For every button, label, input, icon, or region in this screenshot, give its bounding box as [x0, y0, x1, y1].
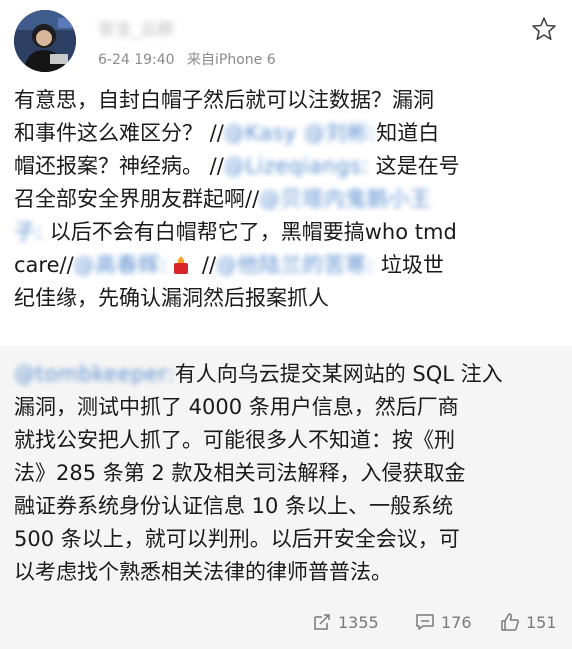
- repost-button[interactable]: 1355: [312, 610, 379, 636]
- post-line: 子: 以后不会有白帽帮它了，黑帽要搞who tmd: [14, 216, 562, 249]
- repost-line: 融证券系统身份认证信息 10 条以上、一般系统: [14, 494, 454, 518]
- thumbs-up-icon: [501, 613, 519, 631]
- like-count: 151: [526, 613, 557, 632]
- fire-emoji-icon: [174, 256, 189, 274]
- mention-link[interactable]: @他陆兰的苦寒:: [216, 249, 374, 282]
- repost-line: 以考虑找个熟悉相关法律的律师普普法。: [14, 560, 392, 584]
- comment-icon: [416, 614, 434, 630]
- post-line: 纪佳缘，先确认漏洞然后报案抓人: [14, 286, 329, 310]
- mention-link[interactable]: @Lizeqiangs:: [224, 150, 369, 183]
- repost-line: @tombkeeper:有人向乌云提交某网站的 SQL 注入: [14, 358, 562, 391]
- mention-link[interactable]: @高春辉:: [74, 249, 168, 282]
- post-line: 有意思，自封白帽子然后就可以注数据？漏洞: [14, 88, 434, 112]
- mention-link[interactable]: @tombkeeper:: [14, 358, 175, 392]
- post-source: 来自iPhone 6: [187, 52, 276, 68]
- post-date: 6-24 19:40: [98, 52, 175, 68]
- avatar-image: [14, 10, 76, 72]
- avatar[interactable]: [14, 10, 76, 72]
- repost-count: 1355: [338, 613, 379, 632]
- star-icon[interactable]: [530, 15, 558, 43]
- mention-link[interactable]: 子:: [14, 216, 43, 249]
- post-meta: 6-24 19:40 来自iPhone 6: [98, 51, 276, 69]
- repost-text: @tombkeeper:有人向乌云提交某网站的 SQL 注入 漏洞，测试中抓了 …: [14, 358, 562, 589]
- post-line: 召全部安全界朋友群起啊//@贝塔内鬼鹅小王: [14, 183, 562, 216]
- repost-line: 500 条以上，就可以判刑。以后开安全会议，可: [14, 527, 460, 551]
- mention-link[interactable]: @贝塔内鬼鹅小王: [259, 183, 431, 216]
- action-bar: 1355 176 151: [0, 604, 572, 642]
- post-line: 和事件这么难区分？ //@Kasy @刘彬:知道白: [14, 117, 562, 150]
- repost-line: 漏洞，测试中抓了 4000 条用户信息，然后厂商: [14, 395, 459, 419]
- post-body: 有意思，自封白帽子然后就可以注数据？漏洞 和事件这么难区分？ //@Kasy @…: [14, 84, 562, 315]
- post-line: 帽还报案？神经病。 //@Lizeqiangs: 这是在号: [14, 150, 562, 183]
- post-header: 安全_云胖 6-24 19:40 来自iPhone 6: [0, 0, 572, 80]
- mention-link[interactable]: @Kasy @刘彬:: [224, 117, 376, 150]
- like-button[interactable]: 151: [500, 610, 557, 636]
- repost-icon: [314, 614, 330, 630]
- repost-line: 就找公安把人抓了。可能很多人不知道：按《刑: [14, 428, 455, 452]
- username[interactable]: 安全_云胖: [98, 18, 208, 42]
- comment-count: 176: [441, 613, 472, 632]
- post-line: care//@高春辉: //@他陆兰的苦寒: 垃圾世: [14, 249, 562, 282]
- repost-line: 法》285 条第 2 款及相关司法解释，入侵获取金: [14, 461, 466, 485]
- comment-button[interactable]: 176: [415, 610, 472, 636]
